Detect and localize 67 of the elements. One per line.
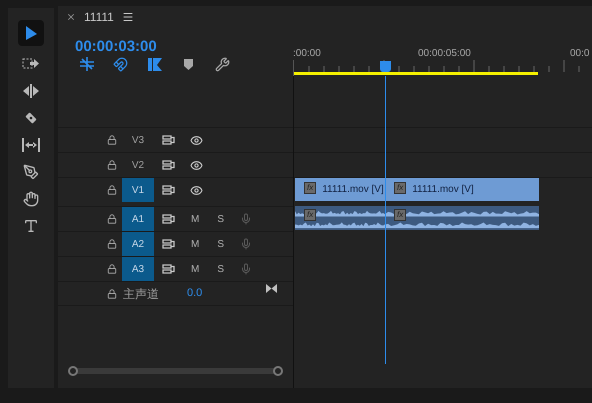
lock-icon[interactable] bbox=[107, 288, 117, 298]
mute-toggle[interactable]: M bbox=[191, 212, 200, 226]
solo-toggle[interactable]: S bbox=[217, 262, 224, 276]
timeline-tool-button[interactable] bbox=[214, 56, 231, 72]
marker-icon bbox=[184, 58, 193, 70]
solo-toggle[interactable]: S bbox=[217, 236, 224, 252]
playhead-handle[interactable] bbox=[380, 61, 391, 72]
track-select-icon bbox=[22, 57, 40, 71]
linked-selection-icon bbox=[146, 56, 162, 72]
sync-lock-icon bbox=[162, 214, 175, 224]
master-volume[interactable]: 0.0 bbox=[187, 285, 202, 302]
ruler-label: :00:00 bbox=[293, 47, 322, 60]
sync-lock-icon bbox=[162, 185, 175, 195]
slip-icon bbox=[21, 138, 41, 152]
bowtie-icon[interactable] bbox=[266, 284, 278, 293]
eye-icon[interactable] bbox=[190, 184, 203, 196]
magnet-icon bbox=[113, 56, 128, 72]
sync-lock-icon bbox=[162, 239, 175, 249]
lock-icon[interactable] bbox=[107, 185, 117, 195]
solo-toggle[interactable]: S bbox=[217, 212, 224, 226]
lock-icon[interactable] bbox=[107, 214, 117, 224]
video-clip[interactable]: fx 11111.mov [V] bbox=[295, 178, 385, 201]
track-target[interactable]: A2 bbox=[122, 232, 154, 256]
track-target[interactable]: V3 bbox=[122, 128, 154, 152]
lock-icon[interactable] bbox=[107, 264, 117, 274]
audio-clip[interactable]: fx bbox=[385, 206, 539, 230]
ripple-edit-icon bbox=[22, 84, 40, 98]
sync-lock-icon bbox=[162, 135, 175, 145]
fx-badge: fx bbox=[394, 182, 406, 194]
timeline-tool-button[interactable] bbox=[112, 56, 129, 72]
lock-icon[interactable] bbox=[107, 135, 117, 145]
ruler-label: 00:0 bbox=[570, 47, 590, 60]
wrench-icon bbox=[215, 56, 230, 72]
timecode[interactable]: 00:00:03:00 bbox=[75, 38, 157, 55]
menu-icon[interactable] bbox=[122, 11, 134, 23]
ruler-label: 00:00:05:00 bbox=[418, 47, 472, 60]
sequence-tab[interactable]: 11111 bbox=[84, 8, 114, 26]
eye-icon[interactable] bbox=[190, 134, 203, 146]
mute-toggle[interactable]: M bbox=[191, 262, 200, 276]
nest-icon bbox=[78, 57, 94, 71]
fx-badge: fx bbox=[394, 209, 406, 221]
clip-label: 11111.mov [V] bbox=[322, 183, 384, 197]
sync-lock-icon bbox=[162, 264, 175, 274]
track-target[interactable]: V2 bbox=[122, 153, 154, 177]
track-target[interactable]: A1 bbox=[122, 207, 154, 231]
track-target[interactable]: V1 bbox=[122, 178, 154, 202]
zoom-scrollbar[interactable] bbox=[70, 368, 281, 374]
lock-icon[interactable] bbox=[107, 160, 117, 170]
track-target[interactable]: A3 bbox=[122, 257, 154, 281]
lock-icon[interactable] bbox=[107, 239, 117, 249]
mute-toggle[interactable]: M bbox=[191, 236, 200, 252]
timeline-tool-button[interactable] bbox=[146, 56, 163, 72]
fx-badge: fx bbox=[304, 182, 316, 194]
master-track-name: 主声道 bbox=[123, 286, 159, 302]
selection-arrow-icon bbox=[24, 25, 38, 41]
pen-icon bbox=[23, 164, 39, 180]
video-clip[interactable]: fx 11111.mov [V] bbox=[385, 178, 539, 201]
eye-icon[interactable] bbox=[190, 158, 203, 172]
clip-label: 11111.mov [V] bbox=[412, 183, 474, 197]
fx-badge: fx bbox=[304, 209, 316, 221]
close-icon[interactable] bbox=[66, 12, 76, 22]
sync-lock-icon bbox=[162, 160, 175, 170]
type-icon bbox=[23, 218, 39, 234]
tool-button[interactable] bbox=[18, 20, 44, 46]
audio-clip[interactable]: fx bbox=[295, 206, 385, 230]
hand-icon bbox=[23, 191, 39, 207]
timeline-tool-button[interactable] bbox=[78, 56, 95, 72]
